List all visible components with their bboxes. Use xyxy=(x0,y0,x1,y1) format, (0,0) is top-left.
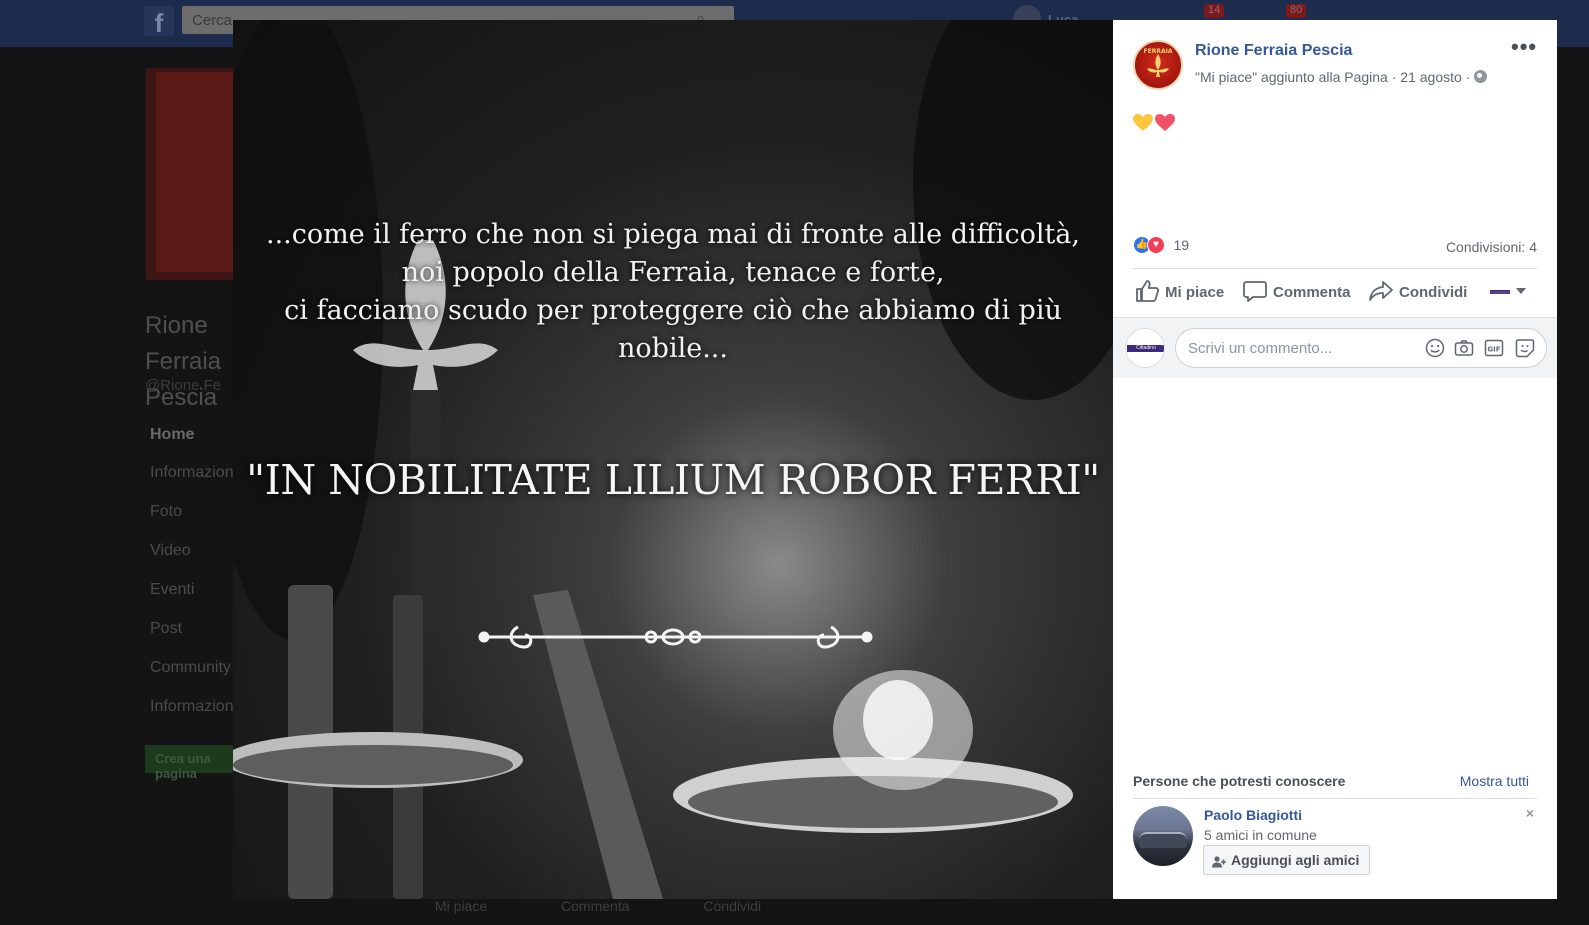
avatar-label: FERRAIA xyxy=(1144,48,1173,55)
mutual-friends-count[interactable]: 5 amici in comune xyxy=(1204,827,1317,843)
background-comment: Commenta xyxy=(561,898,630,914)
comment-composer: Cittadino GIF xyxy=(1113,318,1557,378)
like-label: Mi piace xyxy=(1165,284,1225,301)
quote-line-3: ci facciamo scudo per proteggere ciò che… xyxy=(284,295,1062,364)
comment-bubble-icon xyxy=(1243,281,1267,302)
nav-community: Community xyxy=(150,659,231,676)
yellow-heart-icon xyxy=(1133,112,1155,134)
background-share: Condividi xyxy=(703,898,761,914)
page-profile-picture xyxy=(146,68,246,280)
nav-info: Informazioni xyxy=(150,464,238,481)
nav-videos: Video xyxy=(150,542,191,559)
background-page-title: Rione Ferraia Pescia xyxy=(145,312,222,411)
background-like: Mi piace xyxy=(435,898,488,914)
gif-icon[interactable]: GIF xyxy=(1484,338,1504,358)
thumbs-up-icon xyxy=(1136,280,1160,302)
close-icon[interactable]: × xyxy=(1523,806,1537,820)
post-photo[interactable]: ...come il ferro che non si piega mai di… xyxy=(233,20,1113,899)
svg-text:GIF: GIF xyxy=(1487,346,1500,354)
share-arrow-icon xyxy=(1369,281,1393,301)
ornament-divider-icon xyxy=(478,625,873,649)
background-page-handle: @Rione.Fe xyxy=(145,377,222,394)
chevron-down-icon xyxy=(1516,288,1526,294)
people-you-may-know-title: Persone che potresti conoscere xyxy=(1133,773,1346,789)
see-all-link[interactable]: Mostra tutti xyxy=(1460,773,1529,789)
sticker-icon[interactable] xyxy=(1515,338,1535,358)
comment-button[interactable]: Comm​enta xyxy=(1243,277,1351,309)
friend-requests-badge: 14 xyxy=(1204,4,1225,18)
nav-posts: Post xyxy=(150,620,183,637)
share-button[interactable]: Condividi xyxy=(1369,277,1467,309)
red-heart-icon xyxy=(1155,112,1177,134)
page-flag-icon xyxy=(1490,290,1510,294)
add-friend-button[interactable]: Aggiungi agli amici xyxy=(1203,845,1371,875)
like-button[interactable]: Mi piace xyxy=(1135,277,1224,309)
quote-line-2: noi popolo della Ferraia, tenace e forte… xyxy=(401,257,945,288)
post-meta-text: "Mi piace" aggiunto alla Pagina · 21 ago… xyxy=(1195,69,1471,85)
page-name-link[interactable]: Rione Ferraia Pescia xyxy=(1195,42,1352,60)
suggested-person-name[interactable]: Paolo Biagiotti xyxy=(1204,807,1302,823)
reaction-count[interactable]: 19 xyxy=(1173,237,1189,253)
more-options-icon[interactable]: ••• xyxy=(1511,36,1539,60)
nav-photos: Foto xyxy=(150,503,183,520)
nav-info-2: Informazioni xyxy=(150,698,238,715)
commenter-avatar[interactable]: Cittadino xyxy=(1125,328,1165,368)
nav-events: Eventi xyxy=(150,581,195,598)
background-action-bar: Mi piace Commenta Condividi xyxy=(435,898,831,925)
audience-selector[interactable] xyxy=(1490,287,1526,299)
add-friend-icon xyxy=(1212,856,1226,868)
reaction-summary[interactable]: 👍 ♥ 19 xyxy=(1133,236,1189,256)
suggested-person-avatar[interactable] xyxy=(1133,806,1193,866)
add-friend-label: Aggiungi agli amici xyxy=(1231,852,1360,868)
notifications-badge: 80 xyxy=(1286,4,1307,18)
quote-line-1: ...come il ferro che non si piega mai di… xyxy=(266,219,1080,250)
post-side-panel: FERRAIA Rione Ferraia Pescia "Mi piace" … xyxy=(1113,20,1557,899)
divider xyxy=(1133,798,1537,799)
post-meta: "Mi piace" aggiunto alla Pagina · 21 ago… xyxy=(1195,69,1488,85)
love-reaction-icon: ♥ xyxy=(1147,236,1165,254)
comment-label: Comm​enta xyxy=(1273,284,1351,301)
globe-icon xyxy=(1474,70,1488,83)
post-text-emojis xyxy=(1133,112,1177,140)
motto-text: "IN NOBILITATE LILIUM ROBOR FERRI" xyxy=(246,456,1100,504)
share-label: Condividi xyxy=(1399,284,1468,301)
facebook-logo-icon: f xyxy=(144,6,174,38)
create-page-button: Crea una pagina xyxy=(145,745,245,781)
nav-home: Home xyxy=(150,426,195,443)
shares-count[interactable]: Condivisioni: 4 xyxy=(1446,239,1537,255)
camera-icon[interactable] xyxy=(1454,338,1474,358)
commenter-avatar-label: Cittadino xyxy=(1127,345,1164,352)
emoji-icon[interactable] xyxy=(1425,338,1445,358)
page-avatar[interactable]: FERRAIA xyxy=(1133,40,1183,90)
divider xyxy=(1133,268,1537,269)
fleur-de-lis-logo-icon: FERRAIA xyxy=(1144,48,1173,77)
